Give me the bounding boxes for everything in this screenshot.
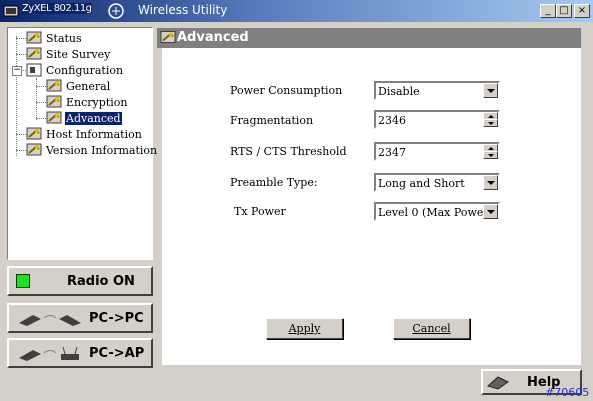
pc-to-pc-button[interactable]: PC->PC: [7, 303, 153, 333]
rts-cts-threshold-spinbox[interactable]: 2347: [374, 142, 500, 161]
advanced-settings-panel: [162, 48, 581, 365]
app-icon: [3, 5, 19, 17]
window-title: Wireless Utility: [138, 3, 228, 17]
tree-item-encryption[interactable]: Encryption: [46, 95, 128, 111]
power-consumption-label: Power Consumption: [230, 84, 343, 97]
pc-to-ap-button[interactable]: PC->AP: [7, 338, 153, 368]
tree-item-advanced[interactable]: Advanced: [46, 110, 123, 127]
tree-item-site-survey[interactable]: Site Survey: [26, 47, 111, 63]
radio-on-button[interactable]: Radio ON: [7, 266, 153, 296]
collapse-configuration-toggle[interactable]: −: [12, 66, 22, 76]
close-button[interactable]: ×: [574, 4, 590, 18]
chevron-down-icon[interactable]: [483, 83, 498, 98]
radio-led-icon: [16, 274, 30, 288]
tool-icon: [26, 143, 42, 156]
tool-icon: [26, 47, 42, 60]
config-icon: [26, 63, 42, 77]
maximize-button[interactable]: □: [556, 4, 572, 18]
advanced-icon: [160, 31, 176, 43]
preamble-type-select[interactable]: Long and Short: [374, 173, 500, 192]
figure-number: #70605: [545, 386, 590, 399]
tool-icon: [46, 111, 62, 124]
cancel-button[interactable]: Cancel: [393, 318, 470, 339]
preamble-type-label: Preamble Type:: [230, 176, 318, 189]
panel-title: Advanced: [177, 30, 249, 45]
tree-item-configuration[interactable]: Configuration: [26, 63, 124, 79]
chevron-down-icon[interactable]: [483, 175, 498, 190]
window-title-obscured: ZyXEL 802.11g: [22, 3, 92, 14]
help-book-icon: [487, 376, 509, 390]
tree-item-version-information[interactable]: Version Information: [26, 143, 158, 159]
wireless-logo-icon: [108, 3, 124, 19]
tx-power-label: Tx Power: [234, 205, 286, 218]
tree-item-general[interactable]: General: [46, 79, 111, 95]
pc-to-ap-icon: [19, 346, 79, 361]
minimize-button[interactable]: _: [540, 4, 556, 18]
tool-icon: [26, 127, 42, 140]
spin-down-icon[interactable]: [483, 151, 498, 159]
tool-icon: [26, 31, 42, 44]
tx-power-select[interactable]: Level 0 (Max Power): [374, 202, 500, 221]
power-consumption-select[interactable]: Disable: [374, 81, 500, 100]
spin-down-icon[interactable]: [483, 119, 498, 127]
tool-icon: [46, 79, 62, 92]
tool-icon: [46, 95, 62, 108]
navigation-tree: − Status Site Survey Configuration Gener…: [7, 27, 157, 260]
pc-to-pc-icon: [19, 315, 81, 326]
rts-cts-threshold-label: RTS / CTS Threshold: [230, 145, 347, 158]
chevron-down-icon[interactable]: [483, 204, 498, 219]
fragmentation-label: Fragmentation: [230, 114, 314, 127]
tree-item-host-information[interactable]: Host Information: [26, 127, 143, 143]
tree-item-status[interactable]: Status: [26, 31, 83, 47]
apply-button[interactable]: Apply: [266, 318, 343, 339]
fragmentation-spinbox[interactable]: 2346: [374, 110, 500, 129]
